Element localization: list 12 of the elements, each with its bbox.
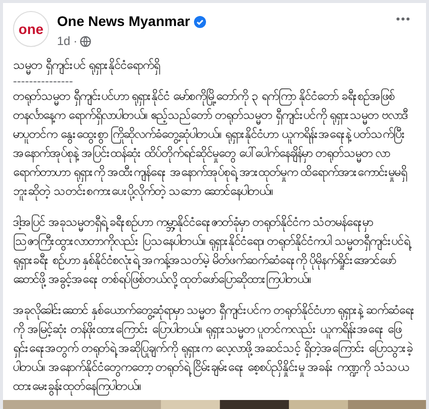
logo-text: one	[18, 22, 44, 36]
post-title: သမ္မတ ရှီကျင်းပင် ရုရှားနိုင်ငံရောက်ရှိ	[13, 56, 416, 75]
divider-text: ---------------	[13, 75, 73, 87]
post-paragraph: တရုတ်သမ္မတ ရှီကျင်းပင်ဟာ ရုရှားနိုင်ငံ မော်စကိုမြို့တော်ကို ၃ ရက်ကြာ နိုင်ငံတော် ခရီးစဉ်အဖြစ် တနင်္လာနေ့က ရောက်ရှိလာပါတယ်။ ဧည့်သည်တော် တရုတ်သမ္မတ ရှီကျင်းပင်ကို ရုရှားသမ္မတ ဗလာဒီမာပူတင်က နွေးထွေးစွာ ကြိုဆိုလက်ခံတွေ့ဆုံပါတယ်။ ရုရှားနိုင်ငံဟာ ယူကရိန်းအရေးနဲ့ ပတ်သက်ပြီး အနောက်အုပ်စုနဲ့ အပြင်းထန်ဆုံး ထိပ်တိုက်ရင်ဆိုင်မှုတွေ ပေါ်ပေါက်နေချိန်မှာ တရုတ်သမ္မတ လာရောက်တာဟာ ရုရှားကို အထီးကျန်ရေး အနောက်အုပ်စုရဲ့ အားထုတ်မှုက ထိရောက်အားကောင်းမှုမရှိဘူးဆိုတဲ့ သတင်းစကားပေးပို့လိုက်တဲ့ သဘော ဆောင်နေပါတယ်။	[13, 87, 416, 201]
page-name-link[interactable]: One News Myanmar	[57, 11, 190, 32]
post-time-link[interactable]: 1d	[57, 32, 70, 50]
separator-dot: ·	[73, 33, 78, 50]
post-paragraph: အခုလိုခေါင်းဆောင် နှစ်ယောက်တွေ့ဆုံရာမှာ သမ္မတ ရှီကျင်းပင်က တရုတ်နိုင်ငံဟာ ရုရှားနဲ့ ဆက်ဆံရေးကို အမြင့်ဆုံး တန်ဖိုးထားကြောင်း ပြောပါတယ်။ ရုရှားသမ္မတ ပူတင်ကလည်း ယူကရိန်းအရေး ဖြေရှင်းရေးအတွက် တရုတ်ရဲ့ အဆိုပြုချက်ကို ရုရှားက လေ့လာဖို့ အဆင်သင့် ရှိတဲ့အကြောင်း ပြောသွားခဲ့ပါတယ်။ အနောက်နိုင်ငံတွေကတော့ တရုတ်ရဲ့ ငြိမ်းချမ်းရေး စေ့စပ်ညှိနှိုင်းမှု အခန်း ကဏ္ဍကို သံသယထားမေးခွန်းထုတ်နေကြပါတယ်။	[13, 301, 416, 396]
post-paragraph: ဒါ့အပြင် အခုသမ္မတရှီရဲ့ ခရီးစဉ်ဟာ ကမ္ဘာ့နိုင်ငံရေးဇာတ်ခုံမှာ တရုတ်နိုင်ငံက သံတမန်ရေးမှာ ဩဇာကြီးထွားလာတာကိုလည်း ပြသနေပါတယ်။ ရုရှားနိုင်ငံရော၊ တရုတ်နိုင်ငံကပါ သမ္မတရှီကျင်းပင်ရဲ့ ရုရှားခရီး စဉ်ဟာ နှစ်နိုင်ငံစလုံးရဲ့ အကန့်အသတ်မဲ့ မိတ်ဖက်ဆက်ဆံရေးကို ပိုမိုနက်ရှိုင်းအောင်ဖော်ဆောင်ဖို့ အခွင့်အရေး တစ်ရပ်ဖြစ်တယ်လို့ ထုတ်ဖော်ပြောဆိုထားကြပါတယ်။	[13, 213, 416, 289]
more-options-icon[interactable]	[396, 17, 410, 21]
page-logo[interactable]: one	[13, 11, 49, 47]
globe-icon	[80, 36, 92, 46]
